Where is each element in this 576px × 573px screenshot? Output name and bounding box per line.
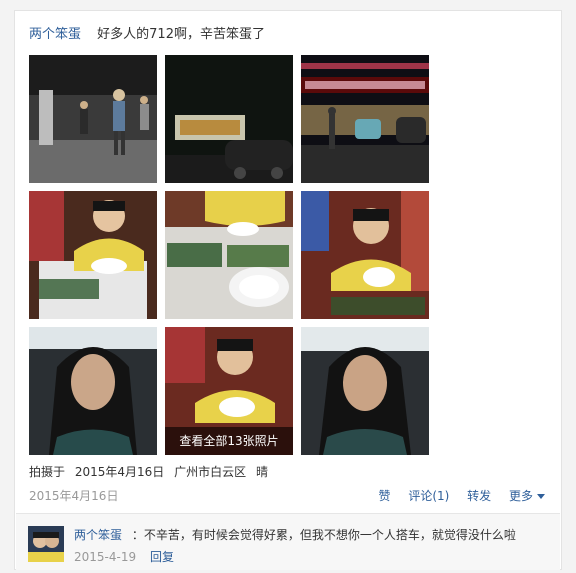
comment-line: 两个笨蛋 ：不辛苦，有时候会觉得好累，但我不想你一个人搭车，就觉得没什么啦 <box>74 526 516 543</box>
avatar[interactable] <box>28 526 64 562</box>
comment-button[interactable]: 评论(1) <box>408 489 449 503</box>
share-button[interactable]: 转发 <box>467 489 491 503</box>
photo-2-image <box>165 55 293 183</box>
location-text: 广州市白云区 <box>174 465 247 479</box>
photo-7-image <box>29 327 157 455</box>
photo-3-image <box>301 55 429 183</box>
view-all-photos-label: 查看全部13张照片 <box>179 434 279 448</box>
comment-meta: 2015-4-19 回复 <box>74 548 174 565</box>
post-header: 两个笨蛋 好多人的712啊，辛苦笨蛋了 <box>29 23 265 42</box>
like-button[interactable]: 赞 <box>378 489 390 503</box>
comment-text: ：不辛苦，有时候会觉得好累，但我不想你一个人搭车，就觉得没什么啦 <box>131 528 516 542</box>
feed-card: 两个笨蛋 好多人的712啊，辛苦笨蛋了 查看全部13张照片 拍摄于 2015年4… <box>14 10 562 570</box>
comment-section: 两个笨蛋 ：不辛苦，有时候会觉得好累，但我不想你一个人搭车，就觉得没什么啦 20… <box>16 513 560 570</box>
weather-text: 晴 <box>255 465 268 479</box>
post-text: 好多人的712啊，辛苦笨蛋了 <box>97 27 265 42</box>
comment-author-link[interactable]: 两个笨蛋 <box>74 528 122 542</box>
taken-label: 拍摄于 <box>29 465 66 479</box>
post-author-link[interactable]: 两个笨蛋 <box>29 27 81 42</box>
post-actions: 赞 评论(1) 转发 更多 <box>364 487 545 504</box>
avatar-image <box>28 526 64 562</box>
photo-4-image <box>29 191 157 319</box>
chevron-down-icon <box>537 494 545 499</box>
reply-button[interactable]: 回复 <box>150 550 174 564</box>
photo-2-night-shop[interactable] <box>165 55 293 183</box>
more-label: 更多 <box>508 489 533 503</box>
photo-1-image <box>29 55 157 183</box>
view-all-photos-button[interactable]: 查看全部13张照片 <box>165 427 293 455</box>
comment-date: 2015-4-19 <box>74 550 137 564</box>
more-button[interactable]: 更多 <box>509 489 545 503</box>
taken-date: 2015年4月16日 <box>74 465 165 479</box>
photo-meta: 拍摄于 2015年4月16日 广州市白云区 晴 <box>29 463 274 480</box>
photo-4-boy-eating[interactable] <box>29 191 157 319</box>
photo-9-girl-portrait-2[interactable] <box>301 327 429 455</box>
photo-6-boy-bowl[interactable] <box>301 191 429 319</box>
photo-6-image <box>301 191 429 319</box>
photo-7-girl-portrait[interactable] <box>29 327 157 455</box>
post-date: 2015年4月16日 <box>29 489 119 503</box>
photo-8-boy-bowl-2[interactable]: 查看全部13张照片 <box>165 327 293 455</box>
photo-9-image <box>301 327 429 455</box>
photo-5-image <box>165 191 293 319</box>
photo-3-restaurant-front[interactable] <box>301 55 429 183</box>
photo-1-street-crowd[interactable] <box>29 55 157 183</box>
photo-5-food-table[interactable] <box>165 191 293 319</box>
